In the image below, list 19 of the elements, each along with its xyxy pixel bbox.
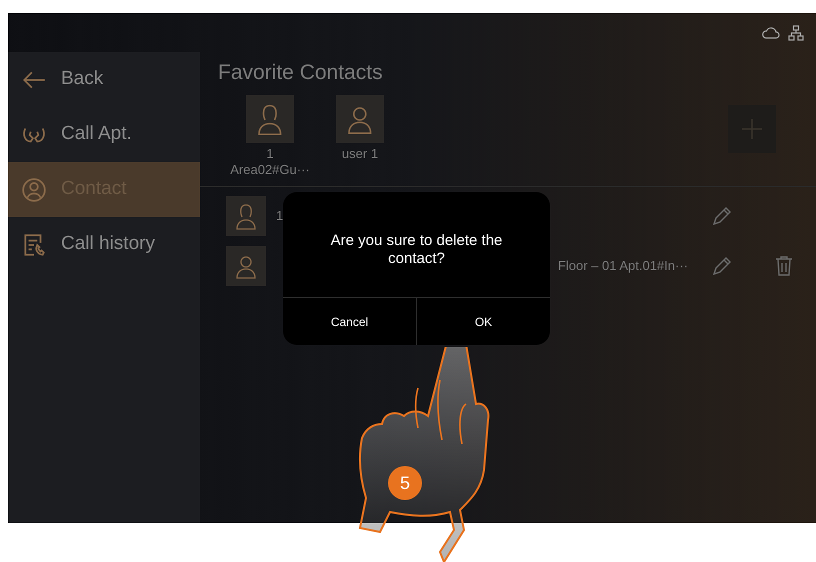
avatar-icon — [226, 246, 266, 286]
cloud-icon — [762, 26, 780, 38]
dialog-button[interactable]: Cancel — [283, 298, 416, 345]
dialog-message: Are you sure to delete the contact? — [330, 231, 504, 269]
sidebar-item[interactable]: Call history — [8, 217, 200, 272]
contact-name: Floor – 01 Apt.01#In··· — [558, 256, 689, 275]
person-circle-icon — [21, 176, 47, 202]
contact-name: user 1 — [342, 146, 378, 162]
dialog-button[interactable]: OK — [416, 298, 550, 345]
contact-name: 1 Area02#Gu··· — [230, 146, 310, 178]
contact-name: 1 — [276, 206, 284, 225]
avatar-icon — [336, 94, 384, 142]
sidebar-item[interactable]: Call Apt. — [8, 107, 200, 162]
avatar-icon — [226, 196, 266, 236]
section-title: Favorite Contacts — [217, 60, 384, 86]
sidebar-item[interactable]: Back — [8, 52, 200, 107]
network-icon — [788, 24, 804, 40]
plus-icon — [742, 118, 762, 138]
avatar-icon — [246, 94, 294, 142]
